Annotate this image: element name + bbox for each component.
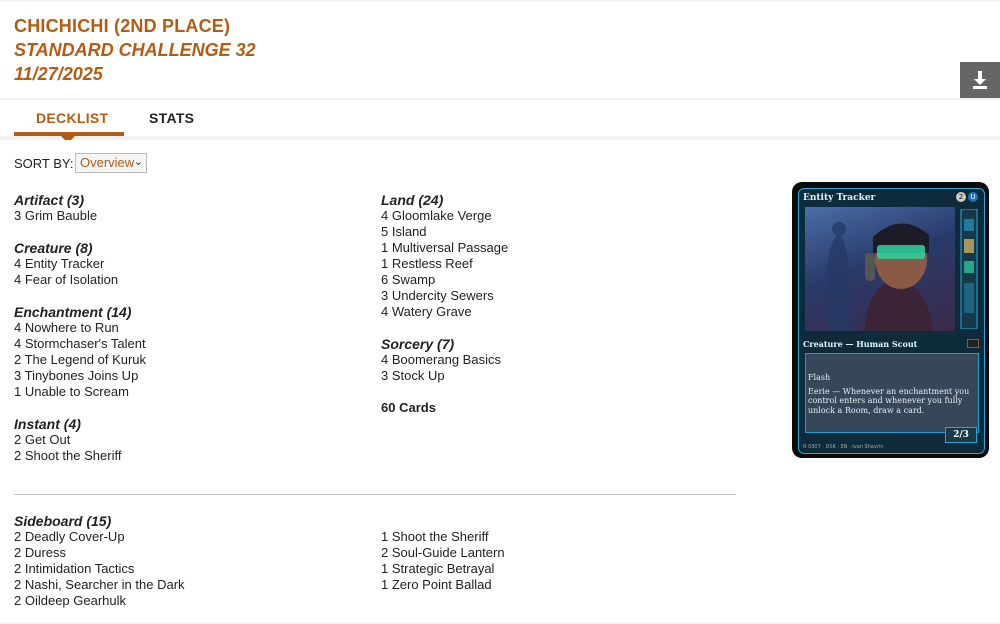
tab-stats[interactable]: STATS xyxy=(149,110,194,126)
card-line[interactable]: 3 Grim Bauble xyxy=(14,208,354,224)
card-line[interactable]: 3 Tinybones Joins Up xyxy=(14,368,354,384)
card-line[interactable]: 4 Gloomlake Verge xyxy=(381,208,721,224)
download-icon xyxy=(973,71,987,89)
card-line[interactable]: 2 Soul-Guide Lantern xyxy=(381,545,721,561)
card-power-toughness: 2/3 xyxy=(945,427,977,443)
card-line[interactable]: 5 Island xyxy=(381,224,721,240)
card-group: Creature (8) 4 Entity Tracker 4 Fear of … xyxy=(14,240,354,288)
card-side-panel xyxy=(960,209,978,329)
card-line[interactable]: 4 Boomerang Basics xyxy=(381,352,721,368)
card-line[interactable]: 2 Deadly Cover-Up xyxy=(14,529,354,545)
card-line[interactable]: 1 Unable to Scream xyxy=(14,384,354,400)
download-button[interactable] xyxy=(960,62,1000,98)
card-line[interactable]: 4 Watery Grave xyxy=(381,304,721,320)
sort-selected-value: Overview xyxy=(80,155,135,170)
card-line[interactable]: 4 Nowhere to Run xyxy=(14,320,354,336)
card-group: Sorcery (7) 4 Boomerang Basics 3 Stock U… xyxy=(381,336,721,384)
card-name: Entity Tracker xyxy=(803,193,876,203)
group-title: Sorcery (7) xyxy=(381,336,455,352)
card-line[interactable]: 1 Restless Reef xyxy=(381,256,721,272)
sideboard-divider xyxy=(14,494,736,495)
card-art xyxy=(805,207,955,331)
card-line[interactable]: 6 Swamp xyxy=(381,272,721,288)
card-group: Land (24) 4 Gloomlake Verge 5 Island 1 M… xyxy=(381,192,721,320)
total-card-count: 60 Cards xyxy=(381,400,436,415)
tab-decklist[interactable]: DECKLIST xyxy=(36,110,108,126)
player-title: CHICHICHI (2ND PLACE) xyxy=(14,16,231,36)
card-line[interactable]: 1 Shoot the Sheriff xyxy=(381,529,721,545)
group-title: Instant (4) xyxy=(14,416,81,432)
sideboard-left-column: Sideboard (15) 2 Deadly Cover-Up 2 Dures… xyxy=(14,513,354,609)
card-ability: Eerie — Whenever an enchantment you cont… xyxy=(808,386,970,415)
card-line[interactable]: 4 Stormchaser's Talent xyxy=(14,336,354,352)
set-symbol-icon xyxy=(967,339,979,348)
card-rules-text: Flash Eerie — Whenever an enchantment yo… xyxy=(808,373,976,415)
card-line[interactable]: 2 Intimidation Tactics xyxy=(14,561,354,577)
mana-blue-icon: U xyxy=(968,192,978,202)
mana-generic-icon: 2 xyxy=(956,192,966,202)
card-group: Artifact (3) 3 Grim Bauble xyxy=(14,192,354,224)
card-line[interactable]: 1 Multiversal Passage xyxy=(381,240,721,256)
maindeck-left-column: Artifact (3) 3 Grim Bauble Creature (8) … xyxy=(14,192,354,480)
card-line[interactable]: 1 Strategic Betrayal xyxy=(381,561,721,577)
group-title: Creature (8) xyxy=(14,240,93,256)
card-line[interactable]: 4 Entity Tracker xyxy=(14,256,354,272)
card-line[interactable]: 3 Stock Up xyxy=(381,368,721,384)
chevron-down-icon: ⌄ xyxy=(133,156,143,168)
card-group: Instant (4) 2 Get Out 2 Shoot the Sherif… xyxy=(14,416,354,464)
mana-cost: 2 U xyxy=(956,192,978,202)
card-line[interactable]: 2 Get Out xyxy=(14,432,354,448)
maindeck-right-column: Land (24) 4 Gloomlake Verge 5 Island 1 M… xyxy=(381,192,721,416)
group-title: Land (24) xyxy=(381,192,444,208)
sort-select[interactable]: Overview ⌄ xyxy=(75,153,147,173)
card-line[interactable]: 4 Fear of Isolation xyxy=(14,272,354,288)
group-title: Enchantment (14) xyxy=(14,304,132,320)
deck-header: CHICHICHI (2ND PLACE) STANDARD CHALLENGE… xyxy=(0,2,1000,98)
card-line[interactable]: 2 Duress xyxy=(14,545,354,561)
sort-label: SORT BY: xyxy=(14,156,74,171)
card-frame: Entity Tracker 2 U Creature — Human Scou… xyxy=(798,188,985,454)
tab-bar: DECKLIST STATS xyxy=(0,100,1000,143)
sideboard-right-column: 1 Shoot the Sheriff 2 Soul-Guide Lantern… xyxy=(381,529,721,593)
event-date: 11/27/2025 xyxy=(14,64,103,84)
card-preview: Entity Tracker 2 U Creature — Human Scou… xyxy=(792,182,989,458)
card-collector-info: R 0307 · DSK · EN · Ivan Shavrin xyxy=(803,444,884,450)
event-title: STANDARD CHALLENGE 32 xyxy=(14,40,256,60)
card-line[interactable]: 2 The Legend of Kuruk xyxy=(14,352,354,368)
sideboard-title: Sideboard (15) xyxy=(14,513,112,529)
card-type-line: Creature — Human Scout xyxy=(803,339,918,349)
card-line[interactable]: 3 Undercity Sewers xyxy=(381,288,721,304)
card-group: Enchantment (14) 4 Nowhere to Run 4 Stor… xyxy=(14,304,354,400)
card-keyword: Flash xyxy=(808,373,831,382)
group-title: Artifact (3) xyxy=(14,192,85,208)
card-line[interactable]: 1 Zero Point Ballad xyxy=(381,577,721,593)
decklist-body: SORT BY: Overview ⌄ Artifact (3) 3 Grim … xyxy=(0,140,1000,622)
card-line[interactable]: 2 Oildeep Gearhulk xyxy=(14,593,354,609)
card-line[interactable]: 2 Shoot the Sheriff xyxy=(14,448,354,464)
card-line[interactable]: 2 Nashi, Searcher in the Dark xyxy=(14,577,354,593)
